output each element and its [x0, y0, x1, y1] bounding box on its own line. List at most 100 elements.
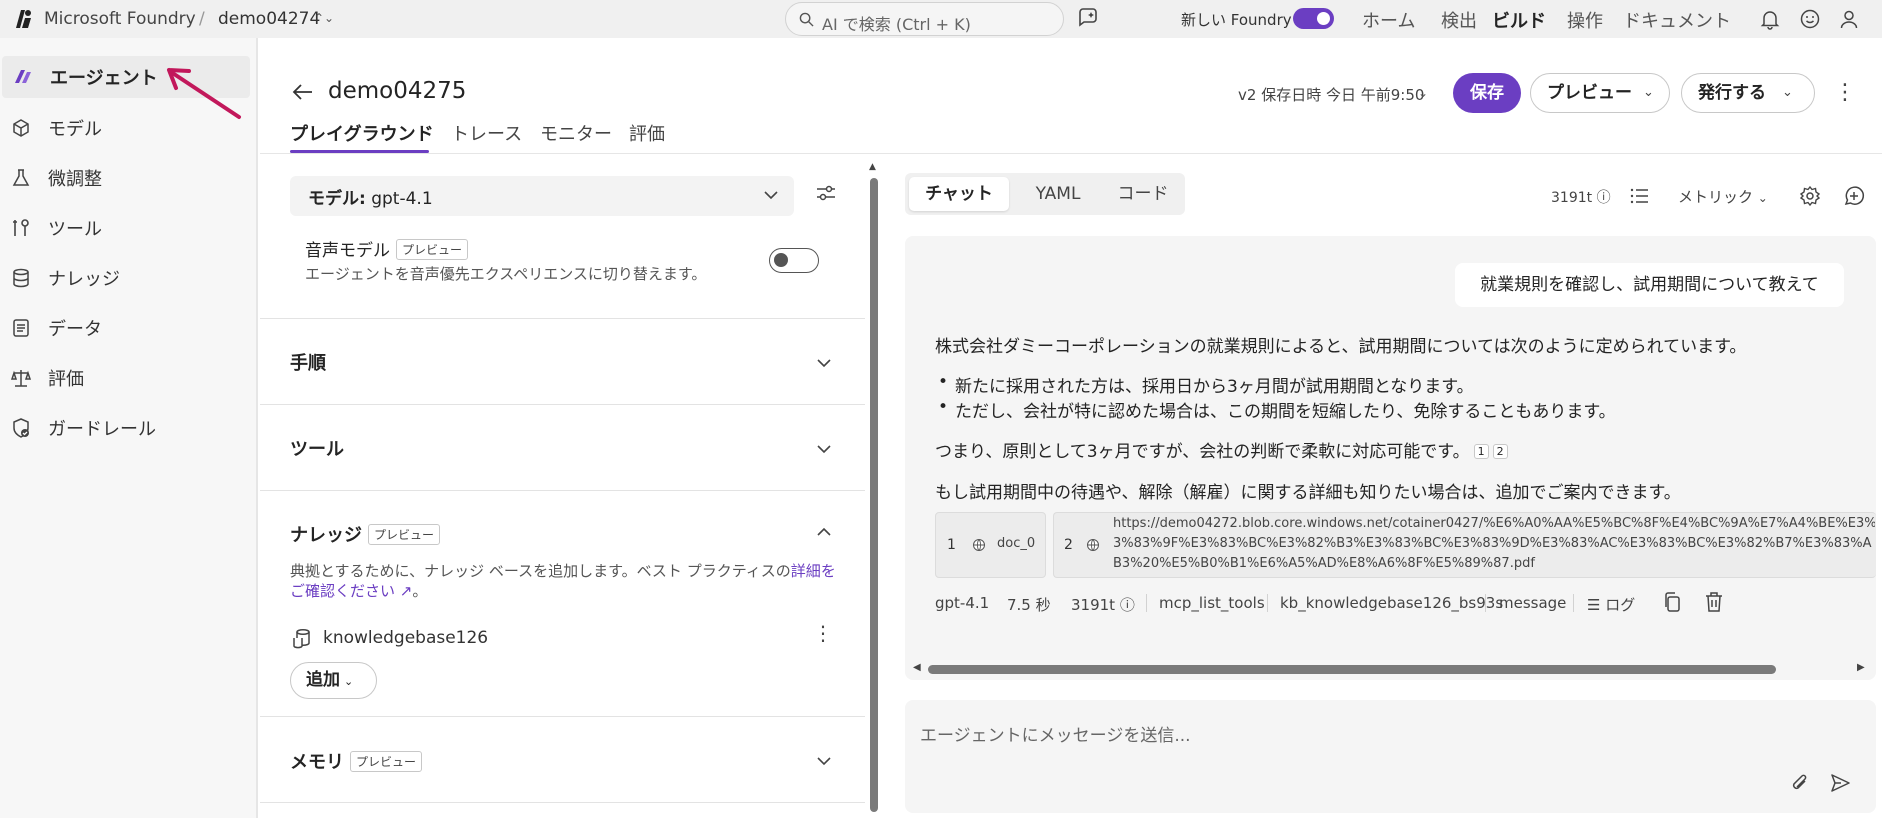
sidebar-item-guardrails[interactable]: ガードレール [0, 407, 248, 449]
token-count-value: 3191t [1551, 190, 1593, 206]
scroll-left-icon[interactable]: ◀ [913, 662, 921, 673]
token-count: 3191t ⓘ [1551, 190, 1611, 206]
log-button[interactable]: ☰ ログ [1587, 594, 1635, 615]
sidebar-item-label: ナレッジ [48, 269, 120, 290]
tab-chat[interactable]: チャット [909, 177, 1009, 211]
meta-tool[interactable]: kb_knowledgebase126_bs93s [1280, 594, 1503, 612]
scrollbar-thumb[interactable] [870, 178, 878, 812]
message-input[interactable] [905, 700, 1876, 813]
more-vertical-icon[interactable]: ⋮ [1834, 80, 1856, 105]
scrollbar-thumb[interactable] [928, 665, 1776, 674]
log-label: ログ [1605, 596, 1636, 614]
version-info[interactable]: v2 保存日時 今日 午前9:50 [1238, 84, 1424, 105]
meta-divider [1485, 594, 1486, 612]
avatar-icon[interactable] [1838, 8, 1860, 30]
chat-horizontal-scrollbar[interactable]: ◀ ▶ [913, 662, 1868, 676]
preview-badge: プレビュー [350, 751, 423, 772]
scale-icon [10, 370, 32, 387]
sidebar-item-data[interactable]: データ [0, 307, 248, 349]
nav-discover[interactable]: 検出 [1441, 7, 1477, 33]
response-intro: 株式会社ダミーコーポレーションの就業規則によると、試用期間については次のように定… [935, 337, 1747, 357]
knowledge-base-name[interactable]: knowledgebase126 [323, 628, 488, 648]
response-bullet: 新たに採用された方は、採用日から3ヶ月間が試用期間となります。 [938, 372, 1474, 397]
scroll-up-icon[interactable]: ▲ [869, 162, 876, 172]
copilot-chat-icon[interactable] [1076, 6, 1100, 30]
knowledge-label: ナレッジ [290, 525, 362, 546]
source-card[interactable]: 1 doc_0 [935, 512, 1046, 578]
chevron-down-icon[interactable]: ⌄ [1418, 86, 1428, 100]
voice-model-description: エージェントを音声優先エクスペリエンスに切り替えます。 [305, 265, 707, 283]
trash-icon[interactable] [1704, 591, 1724, 613]
model-label: モデル: [308, 189, 366, 209]
chevron-down-icon[interactable] [813, 438, 835, 460]
foundry-logo-icon[interactable] [12, 8, 34, 30]
brand-name[interactable]: Microsoft Foundry [44, 9, 196, 29]
more-vertical-icon[interactable]: ⋮ [813, 621, 833, 645]
new-chat-icon[interactable] [1843, 185, 1865, 207]
nav-docs[interactable]: ドキュメント [1623, 7, 1731, 33]
tab-trace[interactable]: トレース [451, 120, 522, 146]
sidebar-item-evaluation[interactable]: 評価 [0, 357, 248, 399]
list-icon: ☰ [1587, 596, 1601, 614]
chevron-updown-icon[interactable]: ⌃⌄ [314, 11, 334, 25]
tab-playground[interactable]: プレイグラウンド [290, 120, 434, 146]
section-memory-title[interactable]: メモリ プレビュー [290, 748, 423, 774]
source-number: 1 [947, 537, 956, 553]
tab-code[interactable]: コード [1103, 177, 1183, 211]
gear-icon[interactable] [1799, 185, 1821, 207]
model-settings-icon[interactable] [814, 181, 838, 205]
config-scrollbar[interactable]: ▲ [869, 162, 879, 812]
database-icon [13, 268, 29, 288]
tab-yaml[interactable]: YAML [1013, 177, 1103, 211]
add-label: 追加 [306, 670, 340, 690]
meta-tokens: 3191t ⓘ [1071, 596, 1135, 614]
nav-home[interactable]: ホーム [1362, 7, 1415, 33]
meta-tool[interactable]: mcp_list_tools [1159, 594, 1265, 612]
section-tools-title[interactable]: ツール [290, 435, 344, 461]
send-icon[interactable] [1829, 772, 1851, 794]
publish-button[interactable]: 発行する ⌄ [1681, 73, 1815, 113]
chevron-down-icon[interactable] [813, 750, 835, 772]
metrics-dropdown[interactable]: メトリック ⌄ [1678, 186, 1768, 207]
bell-icon[interactable] [1759, 8, 1781, 30]
external-link-icon[interactable]: ↗ [395, 582, 413, 600]
user-message: 就業規則を確認し、試用期間について教えて [1455, 263, 1844, 307]
search-input[interactable]: AI で検索 (Ctrl + K) [785, 2, 1064, 36]
section-divider [260, 716, 865, 717]
citation-badge[interactable]: 2 [1492, 444, 1508, 459]
copy-icon[interactable] [1662, 591, 1682, 613]
section-knowledge-title[interactable]: ナレッジ プレビュー [290, 521, 441, 547]
citation-badge[interactable]: 1 [1473, 444, 1489, 459]
nav-build[interactable]: ビルド [1492, 7, 1546, 33]
feedback-smiley-icon[interactable] [1799, 8, 1821, 30]
search-icon [799, 12, 814, 27]
preview-badge: プレビュー [396, 239, 469, 260]
voice-model-toggle[interactable] [769, 248, 819, 273]
learn-more-link-cont[interactable]: ご確認ください [290, 582, 395, 600]
sidebar-item-tools[interactable]: ツール [0, 207, 248, 249]
source-card[interactable]: 2 https://demo04272.blob.core.windows.ne… [1053, 512, 1876, 578]
sidebar-item-label: ガードレール [48, 419, 156, 440]
metric-label: メトリック [1678, 188, 1754, 206]
back-arrow-icon[interactable] [291, 80, 315, 104]
new-foundry-toggle[interactable] [1293, 8, 1334, 29]
preview-button[interactable]: プレビュー ⌄ [1530, 73, 1670, 113]
project-selector[interactable]: demo04274 [218, 9, 320, 29]
model-icon [13, 119, 29, 137]
sidebar-item-finetune[interactable]: 微調整 [0, 157, 248, 199]
add-knowledge-button[interactable]: 追加 ⌄ [290, 662, 377, 699]
nav-operate[interactable]: 操作 [1567, 7, 1603, 33]
tab-monitor[interactable]: モニター [540, 120, 612, 146]
list-icon[interactable] [1628, 185, 1650, 207]
save-button[interactable]: 保存 [1453, 73, 1521, 113]
breadcrumb-separator: / [199, 9, 205, 29]
model-select[interactable]: モデル: gpt-4.1 [290, 176, 794, 216]
section-steps-title[interactable]: 手順 [290, 349, 326, 375]
chevron-up-icon[interactable] [813, 521, 835, 543]
scroll-right-icon[interactable]: ▶ [1857, 662, 1865, 673]
learn-more-link[interactable]: 詳細を [791, 562, 836, 580]
chevron-down-icon[interactable] [813, 352, 835, 374]
tab-evaluation[interactable]: 評価 [629, 120, 665, 146]
paperclip-icon[interactable] [1789, 772, 1811, 794]
sidebar-item-knowledge[interactable]: ナレッジ [0, 257, 248, 299]
